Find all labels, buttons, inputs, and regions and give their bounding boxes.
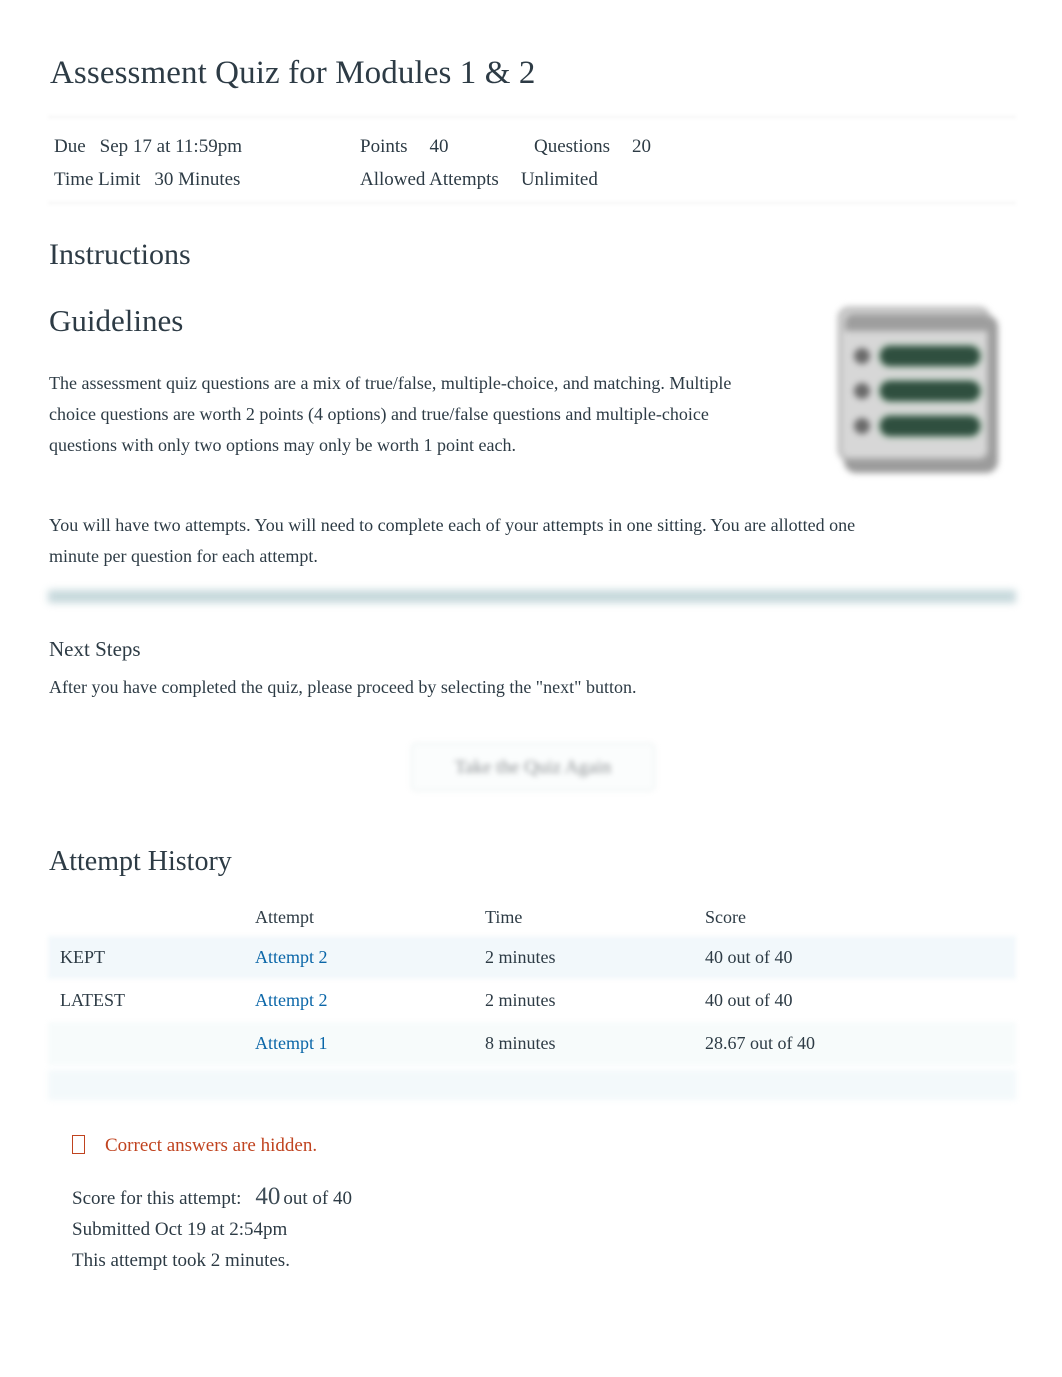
row-status: KEPT [60, 947, 105, 967]
page-title: Assessment Quiz for Modules 1 & 2 [50, 55, 536, 91]
checklist-topbar [845, 314, 989, 331]
guidelines-paragraph-2: You will have two attempts. You will nee… [49, 515, 856, 566]
guidelines-heading: Guidelines [49, 303, 184, 338]
column-header-time: Time [485, 907, 523, 927]
guidelines-paragraph-1: The assessment quiz questions are a mix … [49, 373, 732, 455]
next-steps-heading: Next Steps [49, 637, 141, 661]
row-time: 2 minutes [485, 947, 556, 967]
hidden-answers-text: Correct answers are hidden. [105, 1135, 318, 1156]
table-row: LATEST Attempt 2 2 minutes 40 out of 40 [48, 979, 1016, 1022]
table-row: Attempt 1 8 minutes 28.67 out of 40 [48, 1022, 1016, 1065]
time-limit-label: Time Limit [54, 169, 141, 190]
allowed-attempts-value: Unlimited [520, 169, 598, 190]
instructions-heading: Instructions [49, 238, 191, 271]
checklist-body [838, 307, 990, 461]
row-score: 28.67 out of 40 [705, 1033, 815, 1053]
row-time: 2 minutes [485, 990, 556, 1010]
row-score: 40 out of 40 [705, 990, 793, 1010]
section-rule [48, 590, 1016, 603]
questions-label: Questions [534, 136, 610, 157]
divider-top [48, 116, 1016, 118]
attempt-link[interactable]: Attempt 2 [255, 936, 328, 979]
table-row: KEPT Attempt 2 2 minutes 40 out of 40 [48, 936, 1016, 979]
score-value: 40 [255, 1183, 281, 1210]
checklist-bullet-icon [854, 348, 870, 364]
submitted-timestamp: Submitted Oct 19 at 2:54pm [72, 1219, 288, 1240]
quiz-meta-row-2: Time Limit 30 Minutes Allowed Attempts Unl… [54, 163, 954, 196]
attempt-history-footer [48, 1070, 1016, 1100]
next-steps-text: After you have completed the quiz, pleas… [49, 677, 637, 697]
attempt-history-heading: Attempt History [49, 846, 232, 877]
checklist-row [851, 413, 985, 439]
attempt-duration: This attempt took 2 minutes. [72, 1250, 290, 1271]
due-label: Due [54, 136, 86, 157]
row-status: LATEST [60, 990, 125, 1010]
attempt-link[interactable]: Attempt 2 [255, 979, 328, 1022]
checklist-row [851, 343, 985, 369]
points-label: Points [360, 136, 408, 157]
checklist-bar [880, 416, 980, 436]
score-out-of: out of 40 [283, 1188, 352, 1209]
due-value: Sep 17 at 11:59pm [99, 136, 242, 157]
checklist-bar [880, 346, 980, 366]
info-tofu-icon [72, 1135, 85, 1154]
attempt-history-table: Attempt Time Score KEPT Attempt 2 2 minu… [48, 898, 1016, 1065]
column-header-attempt: Attempt [255, 907, 314, 927]
checklist-row [851, 378, 985, 404]
take-quiz-again-button[interactable]: Take the Quiz Again [411, 743, 655, 791]
checklist-bar [880, 381, 980, 401]
score-for-attempt-line: Score for this attempt: 40 out of 40 [72, 1181, 672, 1214]
quiz-results-page: Assessment Quiz for Modules 1 & 2 Due Sep… [0, 0, 1062, 1377]
quiz-meta: Due Sep 17 at 11:59pm Points 40 Questions 2… [54, 130, 954, 196]
column-header-score: Score [705, 907, 746, 927]
checklist-icon [838, 307, 998, 473]
score-label: Score for this attempt: [72, 1188, 242, 1209]
checklist-bullet-icon [854, 418, 870, 434]
status-badge: Correct answers are hidden. [72, 1130, 317, 1162]
quiz-meta-row-1: Due Sep 17 at 11:59pm Points 40 Questions 2… [54, 130, 954, 163]
questions-value: 20 [632, 136, 651, 157]
attempt-link[interactable]: Attempt 1 [255, 1022, 328, 1065]
table-header-row: Attempt Time Score [48, 898, 1016, 936]
points-value: 40 [429, 136, 449, 157]
divider-bottom [48, 202, 1016, 204]
row-time: 8 minutes [485, 1033, 556, 1053]
score-summary: Score for this attempt: 40 out of 40 Submi… [72, 1181, 672, 1276]
checklist-bullet-icon [854, 383, 870, 399]
time-limit-value: 30 Minutes [154, 169, 241, 190]
allowed-attempts-label: Allowed Attempts [360, 169, 499, 190]
row-score: 40 out of 40 [705, 947, 793, 967]
